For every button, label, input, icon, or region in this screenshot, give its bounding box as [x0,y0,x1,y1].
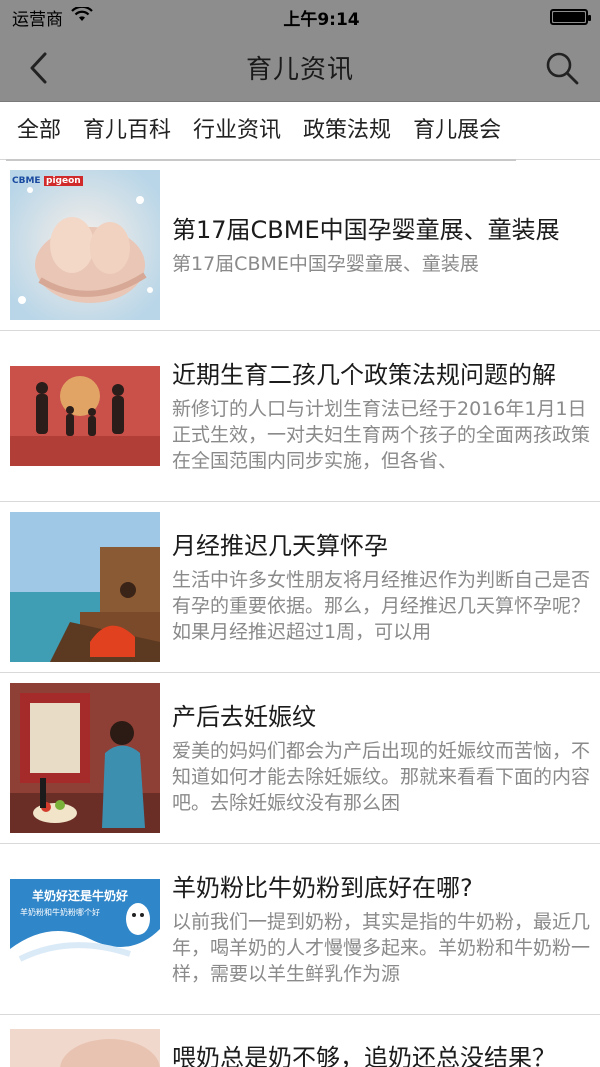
tabs-divider [6,159,516,161]
article-title: 月经推迟几天算怀孕 [172,532,388,560]
milk-banner-subtext: 羊奶粉和牛奶粉哪个好 [20,908,100,917]
article-summary: 新修订的人口与计划生育法已经于2016年1月1日正式生效，一对夫妇生育两个孩子的… [172,398,591,472]
nav-bar: 育儿资讯 [0,34,600,102]
category-tabs: 全部 育儿百科 行业资讯 政策法规 育儿展会 [0,102,600,160]
wifi-icon [71,5,93,28]
list-item[interactable]: 产后去妊娠纹 爱美的妈妈们都会为产后出现的妊娠纹而苦恼，不知道如何才能去除妊娠纹… [0,673,600,844]
search-button[interactable] [542,48,582,88]
article-list: CBME pigeon 第17届CBME中国孕婴童展、童装展 第17届CBME中… [0,160,600,1067]
article-title: 近期生育二孩几个政策法规问题的解 [172,361,556,389]
article-thumbnail [10,512,160,662]
pigeon-logo: pigeon [44,176,83,186]
tab-expo[interactable]: 育儿展会 [402,102,512,160]
page-title: 育儿资讯 [245,55,354,85]
tab-industry-news[interactable]: 行业资讯 [182,102,292,160]
cbme-logo: CBME [12,176,41,186]
article-summary: 爱美的妈妈们都会为产后出现的妊娠纹而苦恼，不知道如何才能去除妊娠纹。那就来看看下… [172,740,591,814]
tab-policies[interactable]: 政策法规 [292,102,402,160]
article-title: 第17届CBME中国孕婴童展、童装展 [172,216,560,244]
article-title: 产后去妊娠纹 [172,703,316,731]
status-bar: 运营商 上午9:14 [0,0,600,34]
search-icon [546,52,579,84]
article-thumbnail [10,683,160,833]
status-time: 上午9:14 [283,9,360,30]
article-thumbnail: 羊奶好还是牛奶好 羊奶粉和牛奶粉哪个好 [10,879,160,979]
article-summary: 第17届CBME中国孕婴童展、童装展 [172,253,479,275]
article-summary: 以前我们一提到奶粉，其实是指的牛奶粉，最近几年，喝羊奶的人才慢慢多起来。羊奶粉和… [172,911,591,985]
tab-parenting-encyclopedia[interactable]: 育儿百科 [72,102,182,160]
tab-all[interactable]: 全部 [6,102,72,160]
list-item[interactable]: CBME pigeon 第17届CBME中国孕婴童展、童装展 第17届CBME中… [0,160,600,331]
battery-icon [549,9,591,25]
list-item[interactable]: 喂奶总是奶不够，追奶还总没结果？ [0,1015,600,1067]
article-title: 羊奶粉比牛奶粉到底好在哪? [172,874,473,902]
article-thumbnail [10,366,160,466]
back-button[interactable] [18,48,58,88]
list-item[interactable]: 羊奶好还是牛奶好 羊奶粉和牛奶粉哪个好 羊奶粉比牛奶粉到底好在哪? 以前我们一提… [0,844,600,1015]
article-thumbnail [10,1029,160,1067]
milk-banner-text: 羊奶好还是牛奶好 [32,889,129,903]
article-thumbnail: CBME pigeon [10,170,160,320]
list-item[interactable]: 近期生育二孩几个政策法规问题的解 新修订的人口与计划生育法已经于2016年1月1… [0,331,600,502]
carrier-label: 运营商 [12,9,63,30]
article-title: 喂奶总是奶不够，追奶还总没结果？ [172,1044,556,1067]
list-item[interactable]: 月经推迟几天算怀孕 生活中许多女性朋友将月经推迟作为判断自己是否有孕的重要依据。… [0,502,600,673]
chevron-left-icon [30,52,47,83]
article-summary: 生活中许多女性朋友将月经推迟作为判断自己是否有孕的重要依据。那么，月经推迟几天算… [172,569,591,643]
